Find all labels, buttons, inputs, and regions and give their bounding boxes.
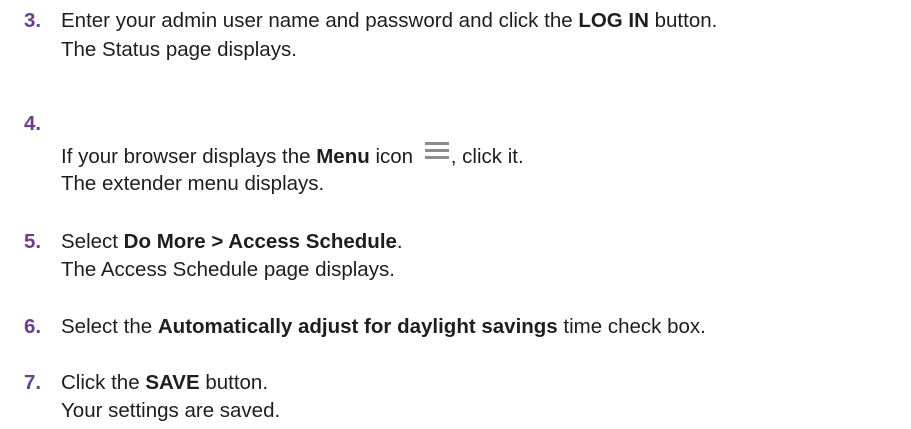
menu-path-label: Do More > Access Schedule bbox=[123, 230, 397, 253]
instruction-text: , click it. bbox=[450, 145, 524, 168]
step-3-result: The Status page displays. bbox=[61, 38, 297, 61]
instruction-text: icon bbox=[369, 145, 419, 168]
daylight-savings-label: Automatically adjust for daylight saving… bbox=[157, 315, 558, 338]
step-3-instruction: Enter your admin user name and password … bbox=[61, 7, 717, 34]
step-number: 4. bbox=[24, 112, 42, 135]
instruction-text: button. bbox=[199, 371, 269, 394]
step-4-result: The extender menu displays. bbox=[61, 172, 325, 195]
step-7-instruction: Click the SAVE button. bbox=[61, 369, 268, 396]
instruction-text: If your browser displays the bbox=[61, 145, 317, 168]
step-4-instruction: If your browser displays the Menu icon ,… bbox=[61, 142, 524, 170]
step-number: 5. bbox=[24, 230, 42, 253]
log-in-button-label: LOG IN bbox=[578, 9, 649, 32]
step-7-result: Your settings are saved. bbox=[61, 399, 281, 422]
instruction-text: . bbox=[396, 230, 403, 253]
save-button-label: SAVE bbox=[145, 371, 200, 394]
instruction-text: Select the bbox=[61, 315, 158, 338]
step-number: 7. bbox=[24, 371, 42, 394]
menu-label: Menu bbox=[316, 145, 370, 168]
step-number: 6. bbox=[24, 315, 42, 338]
instruction-text: button. bbox=[648, 9, 718, 32]
step-5-instruction: Select Do More > Access Schedule. bbox=[61, 228, 403, 255]
instruction-text: Select bbox=[61, 230, 124, 253]
hamburger-menu-icon bbox=[424, 142, 449, 160]
instruction-text: time check box. bbox=[557, 315, 706, 338]
step-6-instruction: Select the Automatically adjust for dayl… bbox=[61, 313, 706, 340]
step-number: 3. bbox=[24, 9, 42, 32]
instruction-text: Click the bbox=[61, 371, 146, 394]
step-5-result: The Access Schedule page displays. bbox=[61, 258, 395, 281]
instruction-text: Enter your admin user name and password … bbox=[61, 9, 579, 32]
